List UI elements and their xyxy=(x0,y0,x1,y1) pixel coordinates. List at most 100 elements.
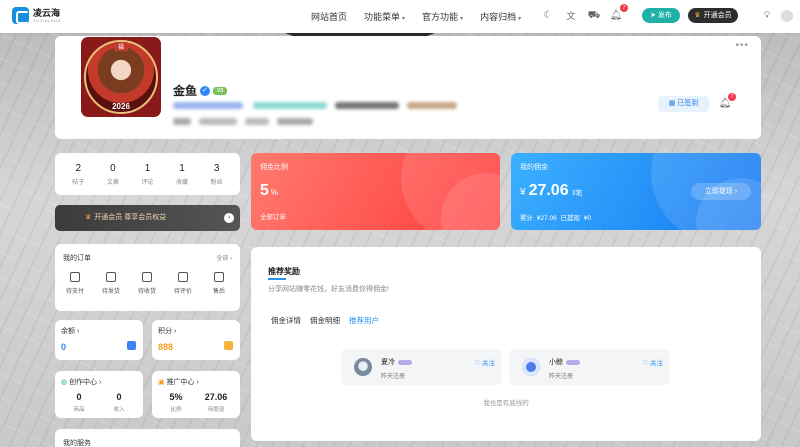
avatar[interactable]: 福 2026 xyxy=(81,37,161,117)
balance-card[interactable]: 余额 › 0 xyxy=(55,320,143,360)
my-commission-title: 我的佣金 xyxy=(520,164,548,171)
bulb-icon[interactable]: 💡︎ xyxy=(760,9,774,23)
site-logo[interactable]: 凌云海 SOCIALHUB xyxy=(12,7,61,24)
all-orders-label: 全部订单 xyxy=(260,214,286,221)
cart-icon[interactable]: ⛟ xyxy=(587,9,601,23)
more-options-icon[interactable]: ••• xyxy=(735,40,749,51)
withdraw-button[interactable]: 立即提现 › xyxy=(691,183,751,200)
stat-comments[interactable]: 1 评论 xyxy=(141,163,153,186)
stat-posts[interactable]: 2 帖子 xyxy=(72,163,84,186)
logo-subtitle: SOCIALHUB xyxy=(33,18,61,23)
promo-center-card[interactable]: ▣ 推广中心 › 5% 比例 27.06 待提现 xyxy=(152,371,240,418)
referred-user-card[interactable]: 小鲸 昨天注册 ♡ 关注 xyxy=(509,349,670,385)
blurred-info xyxy=(199,118,237,125)
notification-count-badge: 7 xyxy=(620,4,628,12)
commission-rate-value: 5% xyxy=(260,182,279,199)
orders-all-link[interactable]: 全部 › xyxy=(216,253,232,262)
chevron-down-icon: ▾ xyxy=(402,16,406,22)
vip-button[interactable]: ♛ 开通会员 xyxy=(688,8,738,23)
tab-commission-records[interactable]: 佣金明细 xyxy=(310,315,340,326)
creator-center-card[interactable]: ◍ 创作中心 › 0 商品 0 收入 xyxy=(55,371,143,418)
top-navbar: 凌云海 SOCIALHUB 网站首页 功能菜单 ▾ 官方功能 ▾ 内容归档 ▾ ☾ 文… xyxy=(0,0,800,33)
blurred-info xyxy=(245,118,269,125)
services-title: 我的服务 xyxy=(63,440,91,447)
follow-button[interactable]: ♡ 关注 xyxy=(642,357,663,367)
vip-promo-label: 开通会员 尊享会员权益 xyxy=(94,214,167,221)
referred-user-card[interactable]: 夏冷 昨天注册 ♡ 关注 xyxy=(341,349,502,385)
wallet-icon xyxy=(70,272,80,282)
rewards-desc: 分享网站赚零花钱，好友消费你得佣金! xyxy=(268,286,389,293)
heart-icon: ♡ xyxy=(642,360,650,367)
logo-title: 凌云海 xyxy=(33,8,61,18)
verified-icon: ✓ xyxy=(200,85,211,96)
avatar[interactable] xyxy=(522,358,540,376)
orders-title: 我的订单 xyxy=(63,255,91,262)
coin-icon xyxy=(224,341,233,350)
tab-commission-details[interactable]: 佣金详情 xyxy=(271,315,301,326)
translate-icon[interactable]: 文 xyxy=(564,9,578,23)
dark-mode-moon-icon[interactable]: ☾ xyxy=(541,9,555,23)
order-pending-review[interactable]: 待评价 xyxy=(169,272,197,295)
commission-summary: 累计 ¥27.06 已提现 ¥0 xyxy=(520,215,592,222)
creator-icon: ◍ xyxy=(61,379,70,386)
checked-in-button[interactable]: ▦ 已签到 xyxy=(658,96,709,112)
user-name: 金鱼 xyxy=(173,84,198,98)
my-commission-value: ¥27.06 3笔 xyxy=(520,182,583,199)
services-card: 我的服务 xyxy=(55,429,240,447)
blurred-info xyxy=(335,102,399,109)
crown-icon: ♛ xyxy=(85,214,92,221)
order-pending-payment[interactable]: 待支付 xyxy=(61,272,89,295)
box-icon xyxy=(106,272,116,282)
orders-card: 我的订单 全部 › 待支付 待发货 待收货 待评价 售后 xyxy=(55,244,240,311)
level-tag xyxy=(566,359,580,365)
main-nav: 网站首页 功能菜单 ▾ 官方功能 ▾ 内容归档 ▾ xyxy=(311,10,538,23)
rewards-title: 推荐奖励 xyxy=(268,267,300,280)
nav-item-features[interactable]: 功能菜单 ▾ xyxy=(364,10,405,23)
user-name-row: 金鱼 ✓ V3 xyxy=(173,82,228,99)
tab-referred-users[interactable]: 推荐用户 xyxy=(349,315,379,326)
order-after-sales[interactable]: 售后 xyxy=(205,272,233,295)
balance-value: 0 xyxy=(61,342,67,352)
publish-button[interactable]: ➤ 发布 xyxy=(642,8,680,23)
follow-button[interactable]: ♡ 关注 xyxy=(474,357,495,367)
wallet-icon xyxy=(127,341,136,350)
level-tag xyxy=(398,359,412,365)
order-pending-shipment[interactable]: 待发货 xyxy=(97,272,125,295)
referral-rewards-panel: 推荐奖励 分享网站赚零花钱，好友消费你得佣金! 佣金详情 佣金明细 推荐用户 夏… xyxy=(251,247,761,441)
commission-rate-card: 佣金比例 5% 全部订单 xyxy=(251,153,500,230)
arrow-right-icon: › xyxy=(224,213,234,223)
stat-articles[interactable]: 0 文章 xyxy=(107,163,119,186)
user-stats: 2 帖子 0 文章 1 评论 1 收藏 3 粉丝 xyxy=(55,153,240,195)
avatar-banner: 福 xyxy=(113,42,129,51)
blurred-info xyxy=(407,102,457,109)
points-value: 888 xyxy=(158,342,174,352)
avatar-year: 2026 xyxy=(112,102,130,111)
logo-mark-icon xyxy=(12,7,29,24)
calendar-icon: ▦ xyxy=(668,100,678,107)
user-avatar-small[interactable] xyxy=(781,10,793,22)
send-icon: ➤ xyxy=(650,12,658,19)
profile-card: ••• 福 2026 金鱼 ✓ V3 ▦ 已签到 🔔︎ 7 xyxy=(55,36,761,139)
nav-item-archive[interactable]: 内容归档 ▾ xyxy=(480,10,521,23)
notification-count-badge: 7 xyxy=(728,93,736,101)
stat-followers[interactable]: 3 粉丝 xyxy=(211,163,223,186)
nav-item-official[interactable]: 官方功能 ▾ xyxy=(422,10,463,23)
blurred-info xyxy=(277,118,313,125)
nav-item-home[interactable]: 网站首页 xyxy=(311,10,347,23)
blurred-info xyxy=(253,102,327,109)
vip-promo-bar[interactable]: ♛ 开通会员 尊享会员权益 › xyxy=(55,205,240,231)
blurred-info xyxy=(173,102,243,109)
heart-icon: ♡ xyxy=(474,360,482,367)
stat-favorites[interactable]: 1 收藏 xyxy=(176,163,188,186)
avatar[interactable] xyxy=(354,358,372,376)
comment-icon xyxy=(178,272,188,282)
service-icon xyxy=(214,272,224,282)
order-pending-receipt[interactable]: 待收货 xyxy=(133,272,161,295)
blurred-info xyxy=(173,118,191,125)
level-badge: V3 xyxy=(213,86,228,95)
chevron-down-icon: ▾ xyxy=(518,16,522,22)
truck-icon xyxy=(142,272,152,282)
chevron-down-icon: ▾ xyxy=(460,16,464,22)
points-card[interactable]: 积分 › 888 xyxy=(152,320,240,360)
promo-icon: ▣ xyxy=(158,379,167,386)
